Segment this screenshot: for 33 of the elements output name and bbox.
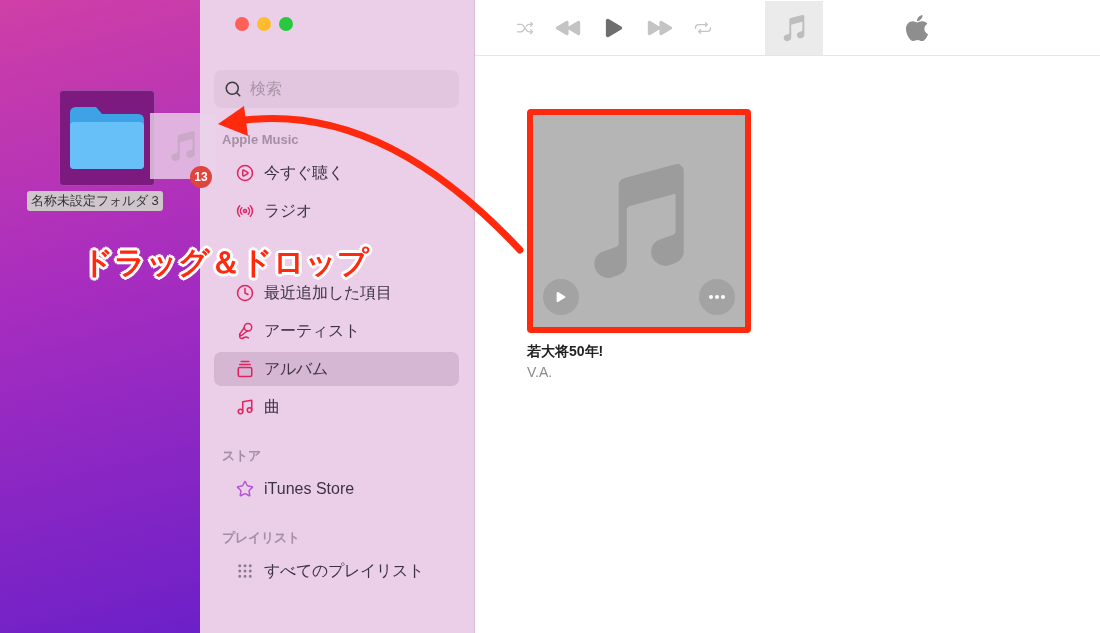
star-icon [236,480,254,498]
zoom-window-button[interactable] [279,17,293,31]
play-circle-icon [236,164,254,182]
album-artwork[interactable] [527,109,751,333]
album-stack-icon [236,360,254,378]
music-note-icon [236,398,254,416]
sidebar-item[interactable]: ラジオ [214,194,320,228]
section-header: ストア [222,447,261,465]
search-field[interactable]: 検索 [214,70,459,108]
sidebar-item[interactable]: すべてのプレイリスト [214,554,432,588]
grid-icon [236,562,254,580]
radio-waves-icon [236,202,254,220]
album-title: 若大将50年! [527,342,605,361]
album-artist: V.A. [527,363,554,382]
search-icon [224,80,242,98]
play-button[interactable] [543,279,579,315]
sidebar-item[interactable]: 曲 [214,390,288,424]
close-window-button[interactable] [235,17,249,31]
ellipsis-icon [709,295,725,299]
sidebar-item[interactable]: 今すぐ聴く [214,156,352,190]
play-icon [554,290,568,304]
search-input[interactable]: 検索 [250,77,430,101]
minimize-window-button[interactable] [257,17,271,31]
clock-icon [236,284,254,302]
sidebar-item[interactable]: アルバム [214,352,459,386]
microphone-icon [236,322,254,340]
sidebar-item[interactable]: アーティスト [214,314,368,348]
folder-icon[interactable] [59,90,155,186]
section-header: Apple Music [222,131,299,149]
section-header: プレイリスト [222,529,300,547]
folder-label: 名称未設定フォルダ 3 [27,191,163,211]
sidebar-item[interactable]: iTunes Store [214,472,363,506]
more-button[interactable] [699,279,735,315]
